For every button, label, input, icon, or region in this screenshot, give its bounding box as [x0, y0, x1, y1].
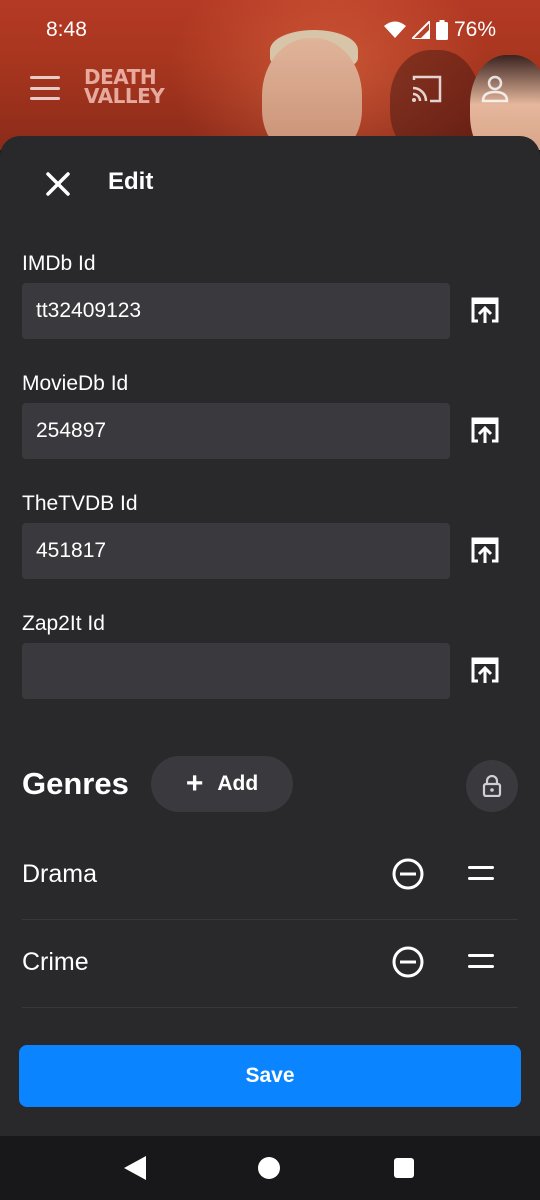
sheet-title: Edit [108, 168, 154, 195]
zap2it-id-label: Zap2It Id [22, 612, 105, 635]
add-genre-label: Add [217, 772, 259, 795]
open-in-new-icon[interactable] [468, 414, 502, 448]
drag-handle-icon[interactable] [468, 866, 494, 880]
menu-icon[interactable] [30, 76, 60, 100]
moviedb-id-field[interactable] [22, 403, 450, 459]
zap2it-id-field[interactable] [22, 643, 450, 699]
remove-circle-icon[interactable] [390, 944, 426, 980]
battery-percent: 76% [453, 18, 496, 41]
genres-heading: Genres [22, 766, 129, 801]
system-nav-bar [0, 1136, 540, 1200]
home-icon[interactable] [258, 1157, 280, 1179]
tvdb-id-label: TheTVDB Id [22, 492, 138, 515]
signal-icon [411, 21, 430, 39]
status-bar: 8:48 76% [0, 0, 540, 60]
add-genre-button[interactable]: + Add [151, 756, 293, 812]
tvdb-id-field[interactable] [22, 523, 450, 579]
recents-icon[interactable] [394, 1158, 414, 1178]
drag-handle-icon[interactable] [468, 954, 494, 968]
wifi-icon [383, 21, 406, 38]
logo-line: VALLEY [84, 84, 165, 108]
app-logo[interactable]: DEATH VALLEY [84, 67, 165, 108]
genre-row: Crime [22, 920, 518, 1008]
status-time: 8:48 [46, 18, 87, 41]
save-button[interactable]: Save [19, 1045, 521, 1107]
remove-circle-icon[interactable] [390, 856, 426, 892]
open-in-new-icon[interactable] [468, 654, 502, 688]
imdb-id-field[interactable] [22, 283, 450, 339]
status-icons: 76% [383, 18, 496, 42]
lock-genres-button[interactable] [466, 760, 518, 812]
cast-icon[interactable] [410, 74, 444, 104]
back-icon[interactable] [124, 1156, 146, 1180]
edit-sheet: Edit IMDb Id MovieDb Id TheTVDB Id Zap2I… [0, 136, 540, 1136]
open-in-new-icon[interactable] [468, 534, 502, 568]
genre-row: Drama [22, 832, 518, 920]
battery-icon [435, 20, 448, 40]
lock-icon [482, 775, 502, 797]
genre-name: Drama [22, 860, 98, 888]
genre-name: Crime [22, 948, 89, 976]
plus-icon: + [185, 767, 204, 800]
close-icon[interactable] [40, 166, 76, 202]
imdb-id-label: IMDb Id [22, 252, 96, 275]
account-icon[interactable] [480, 74, 510, 104]
app-bar: DEATH VALLEY [0, 60, 540, 120]
open-in-new-icon[interactable] [468, 294, 502, 328]
moviedb-id-label: MovieDb Id [22, 372, 129, 395]
